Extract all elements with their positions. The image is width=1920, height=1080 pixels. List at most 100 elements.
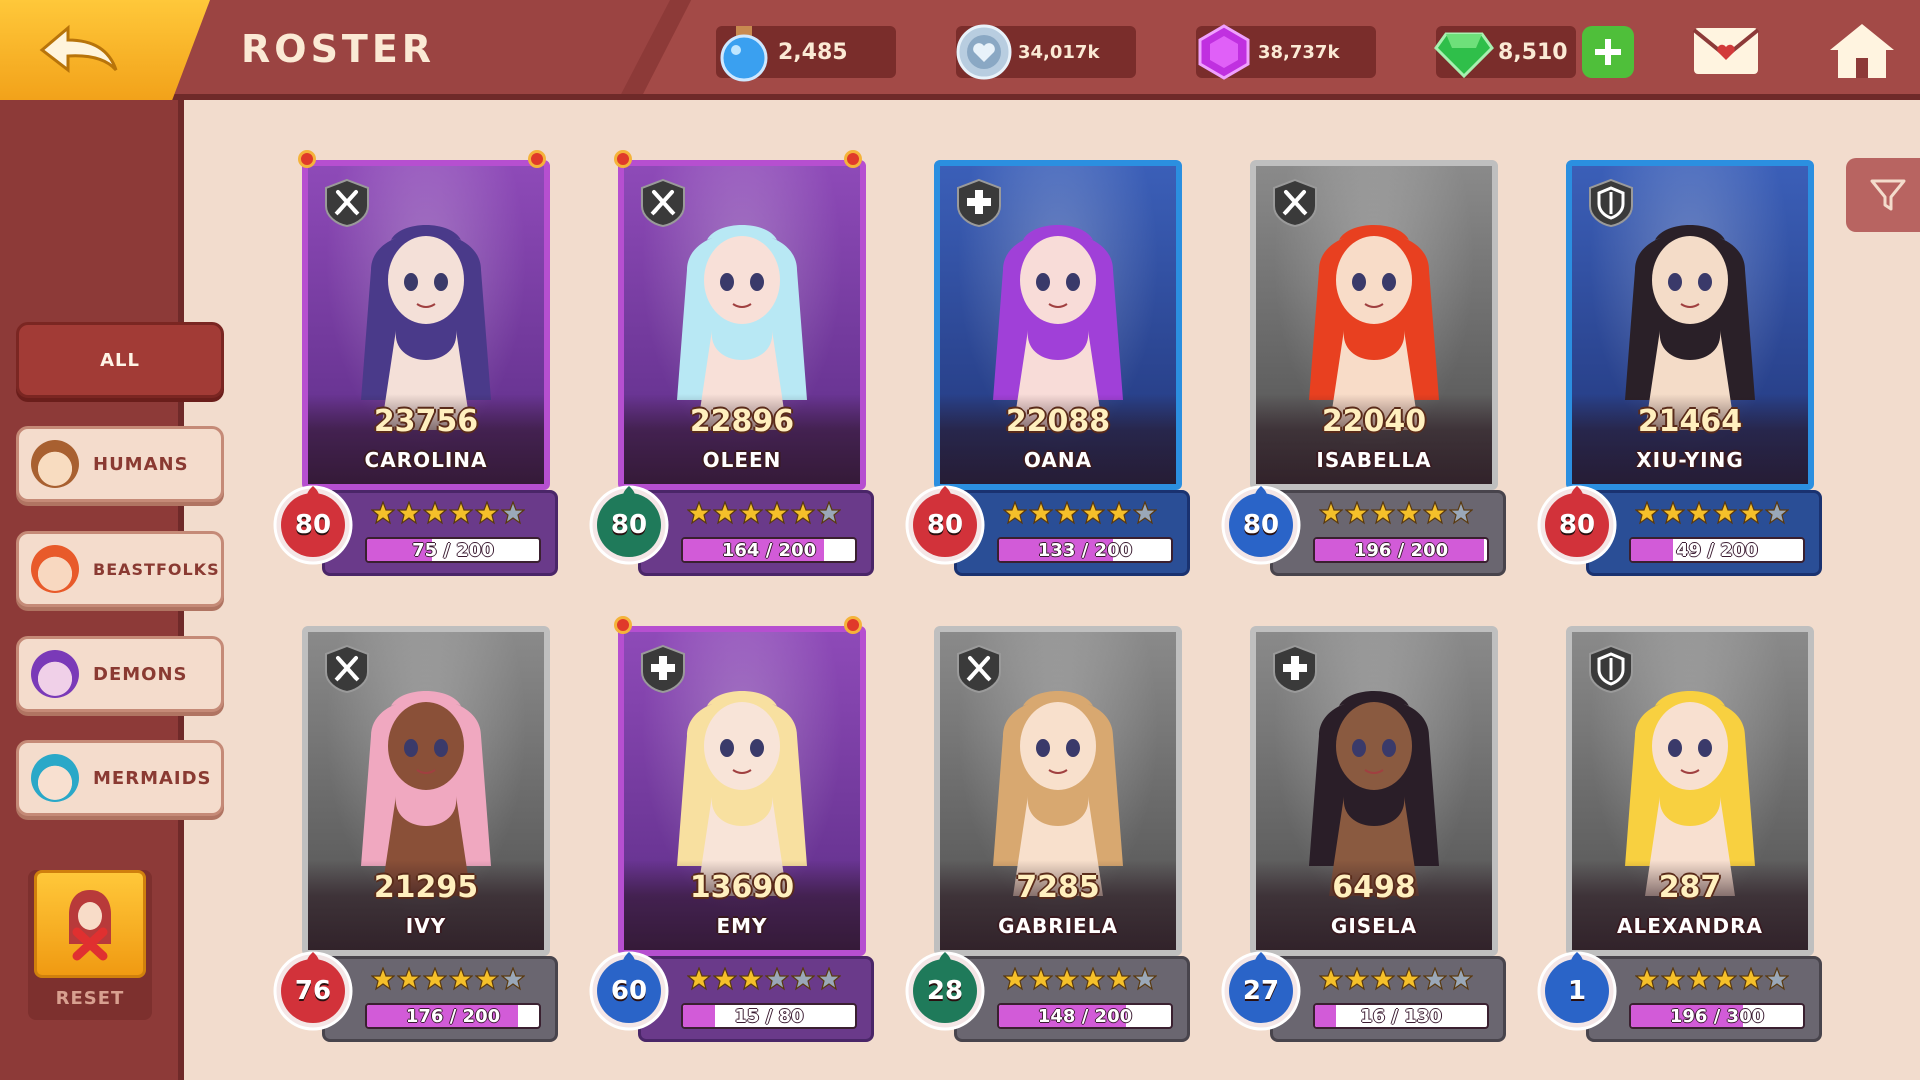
hero-card[interactable]: 6498 GISELA 16 / 130 27: [1218, 622, 1518, 1042]
star-filled-icon: [765, 501, 789, 525]
hero-card[interactable]: 21464 XIU-YING 49 / 200 80: [1534, 156, 1834, 576]
hero-name: ALEXANDRA: [1616, 914, 1763, 938]
star-rating: [1003, 501, 1157, 525]
crossed-swords-icon: [640, 178, 686, 228]
hero-level-orb: 80: [270, 480, 356, 566]
hero-stats-plate: 15 / 80: [638, 956, 874, 1042]
hero-portrait-frame: 22088 OANA: [934, 160, 1182, 490]
hero-card[interactable]: 22088 OANA 133 / 200 80: [902, 156, 1202, 576]
star-filled-icon: [1003, 967, 1027, 991]
hero-name: OLEEN: [702, 448, 782, 472]
star-filled-icon: [1081, 501, 1105, 525]
hero-level-orb: 80: [1534, 480, 1620, 566]
star-rating: [371, 501, 525, 525]
xp-text: 164 / 200: [721, 540, 817, 561]
plus-icon: [1595, 39, 1621, 65]
healer-cross-icon: [640, 644, 686, 694]
filter-demons-label: DEMONS: [93, 663, 188, 685]
xp-bar: 148 / 200: [997, 1003, 1173, 1029]
hero-name: GABRIELA: [998, 914, 1118, 938]
star-filled-icon: [423, 967, 447, 991]
star-filled-icon: [1055, 967, 1079, 991]
hero-card[interactable]: 21295 IVY 176 / 200 76: [270, 622, 570, 1042]
hero-level-orb: 1: [1534, 946, 1620, 1032]
hero-level: 80: [294, 510, 332, 540]
hero-level-orb: 80: [902, 480, 988, 566]
frame-corner-gem: [528, 150, 546, 168]
star-filled-icon: [739, 967, 763, 991]
hero-card[interactable]: 22896 OLEEN 164 / 200 80: [586, 150, 886, 576]
hero-level: 1: [1567, 976, 1587, 1006]
xp-text: 196 / 200: [1353, 540, 1449, 561]
star-empty-icon: [817, 967, 841, 991]
xp-bar: 176 / 200: [365, 1003, 541, 1029]
hero-stats-plate: 148 / 200: [954, 956, 1190, 1042]
shield-icon: [1588, 178, 1634, 228]
hero-name: GISELA: [1330, 914, 1418, 938]
star-filled-icon: [371, 501, 395, 525]
star-empty-icon: [1449, 967, 1473, 991]
star-rating: [1319, 967, 1473, 991]
star-filled-icon: [713, 501, 737, 525]
star-filled-icon: [1687, 501, 1711, 525]
star-filled-icon: [475, 501, 499, 525]
star-filled-icon: [1371, 501, 1395, 525]
mail-icon: [1692, 28, 1760, 74]
xp-text: 148 / 200: [1037, 1006, 1133, 1027]
home-button[interactable]: [1826, 20, 1898, 82]
hero-card[interactable]: 22040 ISABELLA 196 / 200 80: [1218, 156, 1518, 576]
hero-power: 6498: [1332, 870, 1416, 905]
hero-level: 76: [294, 976, 332, 1006]
star-filled-icon: [1107, 967, 1131, 991]
hero-level-orb: 28: [902, 946, 988, 1032]
hero-level-orb: 60: [586, 946, 672, 1032]
star-filled-icon: [1713, 501, 1737, 525]
star-filled-icon: [1081, 967, 1105, 991]
hero-card[interactable]: 7285 GABRIELA 148 / 200 28: [902, 622, 1202, 1042]
hero-power: 22088: [1005, 404, 1111, 439]
filter-mermaids-label: MERMAIDS: [93, 767, 212, 789]
filter-demons-button[interactable]: DEMONS: [16, 636, 224, 712]
filter-all-button[interactable]: ALL: [16, 322, 224, 398]
emerald-count: 8,510: [1498, 39, 1568, 65]
hero-card[interactable]: 23756 CAROLINA 75 / 200 80: [270, 150, 570, 576]
hero-stats-plate: 196 / 200: [1270, 490, 1506, 576]
hero-name: ISABELLA: [1316, 448, 1432, 472]
purple-gem-count: 38,737k: [1258, 41, 1340, 63]
star-filled-icon: [1739, 501, 1763, 525]
add-emerald-button[interactable]: [1582, 26, 1634, 78]
hero-power: 23756: [373, 404, 479, 439]
star-filled-icon: [423, 501, 447, 525]
hero-portrait-frame: 6498 GISELA: [1250, 626, 1498, 956]
star-empty-icon: [501, 501, 525, 525]
sort-filter-button[interactable]: [1846, 158, 1920, 232]
star-filled-icon: [1397, 967, 1421, 991]
star-empty-icon: [1765, 501, 1789, 525]
crossed-swords-icon: [324, 178, 370, 228]
funnel-icon: [1870, 179, 1906, 211]
reset-button[interactable]: [34, 870, 146, 978]
page-title: ROSTER: [241, 27, 436, 71]
filter-beastfolks-button[interactable]: BEASTFOLKS: [16, 531, 224, 607]
xp-text: 75 / 200: [412, 540, 494, 561]
hero-card[interactable]: 13690 EMY 15 / 80 60: [586, 616, 886, 1042]
star-filled-icon: [739, 501, 763, 525]
hero-portrait-frame: 22896 OLEEN: [618, 160, 866, 490]
hero-portrait-frame: 13690 EMY: [618, 626, 866, 956]
hero-level-orb: 27: [1218, 946, 1304, 1032]
star-filled-icon: [1739, 967, 1763, 991]
hero-card[interactable]: 287 ALEXANDRA 196 / 300 1: [1534, 622, 1834, 1042]
star-filled-icon: [1397, 501, 1421, 525]
star-empty-icon: [817, 501, 841, 525]
filter-mermaids-button[interactable]: MERMAIDS: [16, 740, 224, 816]
silver-heart-coin-icon: [952, 20, 1016, 84]
hero-portrait-frame: 21464 XIU-YING: [1566, 160, 1814, 490]
mail-button[interactable]: [1690, 20, 1762, 82]
star-empty-icon: [1423, 967, 1447, 991]
star-empty-icon: [501, 967, 525, 991]
hero-stats-plate: 133 / 200: [954, 490, 1190, 576]
filter-humans-button[interactable]: HUMANS: [16, 426, 224, 502]
resource-potion: 2,485: [716, 24, 896, 82]
hero-level: 80: [1558, 510, 1596, 540]
star-filled-icon: [687, 501, 711, 525]
